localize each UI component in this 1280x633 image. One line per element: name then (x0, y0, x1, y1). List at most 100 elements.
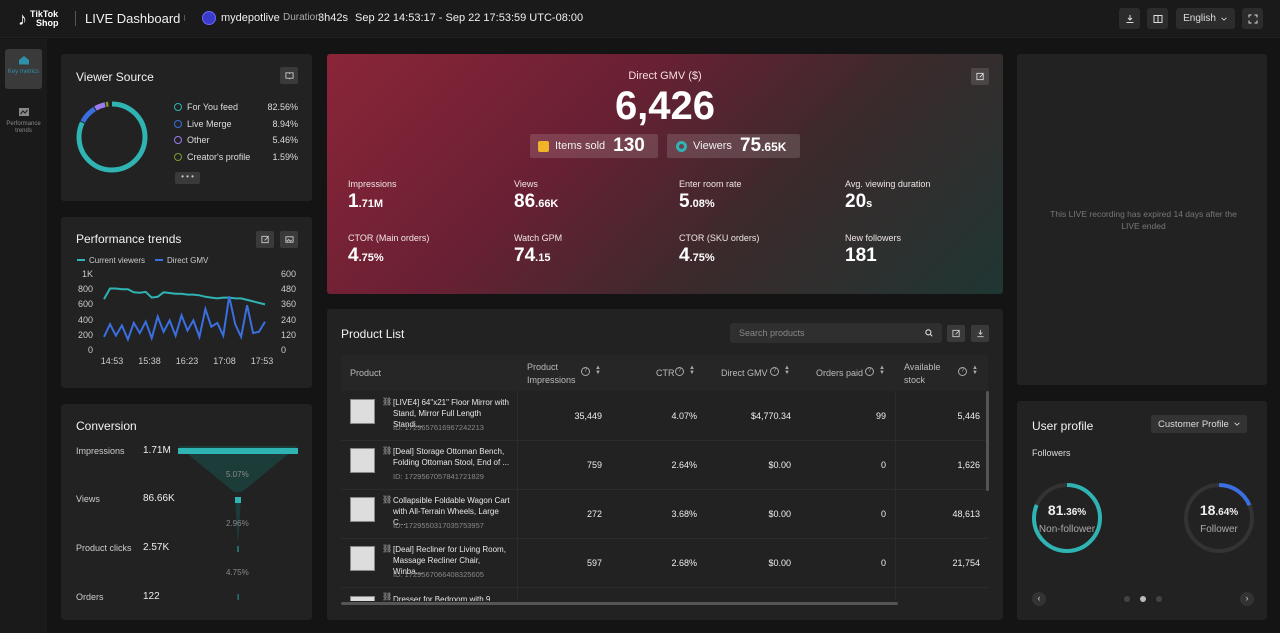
percent-main: 18 (1199, 502, 1216, 518)
cell-impressions: 272 (586, 509, 602, 519)
y-right-tick-label: 480 (281, 284, 297, 295)
fullscreen-button[interactable] (1242, 8, 1263, 29)
horizontal-scrollbar[interactable] (341, 602, 898, 605)
carousel-dot[interactable] (1124, 596, 1130, 602)
username: mydepotlive (221, 12, 280, 24)
image-trends-button[interactable] (280, 231, 298, 248)
table-row[interactable]: ⛓ [Deal] Storage Ottoman Bench, Folding O… (341, 441, 986, 490)
edit-metrics-button[interactable] (971, 68, 989, 85)
legend-dot (174, 153, 182, 161)
sort-icon[interactable]: ▲ ▼ (784, 365, 790, 376)
download-products-button[interactable] (971, 325, 989, 342)
table-row[interactable]: ⛓ [LIVE4] 64"x21" Floor Mirror with Stand… (341, 392, 986, 441)
non-follower-label: Non-follower (1038, 524, 1096, 535)
stat-value-suffix: .75% (689, 252, 715, 264)
customer-profile-dropdown[interactable]: Customer Profile (1151, 415, 1247, 433)
duration-value: 3h42s (318, 12, 348, 24)
column-header-available-stock[interactable]: Available stock (904, 361, 946, 387)
help-icon[interactable]: ? (675, 367, 684, 376)
trends-chart (103, 287, 266, 343)
sort-icon[interactable]: ▲ ▼ (879, 365, 885, 376)
stat-value-main: 181 (845, 245, 877, 266)
percent-main: 81 (1047, 502, 1064, 518)
book-icon (284, 72, 294, 80)
tiktok-note-icon: ♪ (18, 9, 27, 29)
tiktok-shop-logo[interactable]: ♪ TikTok Shop (18, 8, 70, 30)
carousel-next-button[interactable]: › (1240, 592, 1254, 606)
link-icon: ⛓ (382, 397, 393, 406)
items-sold-icon (538, 140, 549, 152)
viewer-source-guide-button[interactable] (280, 67, 298, 84)
trend-icon (18, 108, 29, 116)
cell-ctr: 3.68% (671, 509, 697, 519)
table-row[interactable]: ⛓ Collapsible Foldable Wagon Cart with Al… (341, 490, 986, 539)
legend-item-for-you: For You feed 82.56% (174, 102, 300, 114)
stat-value: 181 (845, 245, 877, 267)
percent-decimal: .64% (1215, 507, 1239, 518)
viewer-source-donut (76, 101, 148, 173)
edit-icon (951, 329, 960, 338)
legend-current-viewers: Current viewers (77, 256, 145, 265)
legend-value: 1.59% (272, 152, 298, 162)
sidebar-item-performance-trends[interactable]: Performance trends (5, 101, 42, 141)
follower-ring (1184, 483, 1254, 553)
download-button[interactable] (1119, 8, 1140, 29)
product-thumbnail (350, 546, 375, 571)
help-icon[interactable]: ? (581, 367, 590, 376)
x-tick-label: 17:53 (250, 356, 274, 366)
more-button[interactable]: • • • (175, 172, 200, 184)
edit-products-button[interactable] (947, 325, 965, 342)
y-left-tick-label: 400 (77, 314, 93, 325)
table-row[interactable]: ⛓Dresser for Bedroom with 9 Dra... (341, 588, 986, 601)
column-header-orders-paid[interactable]: Orders paid (816, 368, 863, 378)
stat-value-main: 1 (348, 191, 359, 212)
product-thumbnail (350, 497, 375, 522)
layout-button[interactable] (1147, 8, 1168, 29)
cell-direct-gmv: $4,770.34 (750, 411, 791, 421)
product-thumbnail (350, 596, 375, 601)
y-right-tick-label: 360 (281, 299, 297, 310)
carousel-dot[interactable] (1156, 596, 1162, 602)
direct-gmv-label: Direct GMV ($) (628, 70, 702, 82)
cell-ctr: 4.07% (671, 411, 697, 421)
column-header-direct-gmv[interactable]: Direct GMV (721, 368, 768, 378)
legend-label: Other (187, 135, 210, 145)
column-header-impressions[interactable]: Product Impressions (527, 361, 582, 387)
top-bar: ♪ TikTok Shop LIVE Dashboard mydepotlive… (0, 0, 1280, 38)
funnel-value-product-clicks: 2.57K (143, 542, 170, 553)
date-range: Sep 22 14:53:17 - Sep 22 17:53:59 UTC-08… (355, 12, 584, 24)
avatar (202, 11, 216, 25)
table-row[interactable]: ⛓ [Deal] Recliner for Living Room, Massag… (341, 539, 986, 588)
legend-item-other: Other 5.46% (174, 135, 300, 147)
carousel-dot-active[interactable] (1140, 596, 1146, 602)
product-list-title: Product List (341, 327, 405, 341)
product-name: Dresser for Bedroom with 9 Dra... (393, 595, 491, 601)
funnel-label-orders: Orders (76, 592, 104, 602)
help-icon[interactable]: ? (770, 367, 779, 376)
search-input[interactable]: Search products (730, 323, 942, 343)
help-icon[interactable]: ? (958, 367, 967, 376)
sidebar-item-key-metrics[interactable]: Key metrics (5, 49, 42, 89)
current-viewers-line (103, 287, 266, 306)
help-icon[interactable]: ? (865, 367, 874, 376)
column-header-product: Product (350, 368, 382, 378)
language-select[interactable]: English (1176, 8, 1235, 29)
legend-item-live-merge: Live Merge 8.94% (174, 119, 300, 131)
legend-value: 82.56% (267, 102, 298, 112)
sort-icon[interactable]: ▲ ▼ (972, 365, 978, 376)
vertical-scrollbar[interactable] (986, 391, 989, 491)
edit-trends-button[interactable] (256, 231, 274, 248)
stat-label: Impressions (348, 179, 397, 189)
stat-value: 1.71M (348, 191, 383, 213)
sort-icon[interactable]: ▲ ▼ (595, 365, 601, 376)
carousel-prev-button[interactable]: ‹ (1032, 592, 1046, 606)
column-header-ctr[interactable]: CTR (656, 368, 675, 378)
product-id: ID: 1729550317035753957 (393, 521, 484, 530)
legend-direct-gmv: Direct GMV (155, 256, 208, 265)
funnel-bar-product-clicks (237, 546, 239, 552)
sort-icon[interactable]: ▲ ▼ (689, 365, 695, 376)
stat-label: New followers (845, 233, 902, 243)
sidebar: Key metrics Performance trends (0, 39, 47, 633)
funnel-value-impressions: 1.71M (143, 445, 171, 456)
stat-label: Watch GPM (514, 233, 563, 243)
